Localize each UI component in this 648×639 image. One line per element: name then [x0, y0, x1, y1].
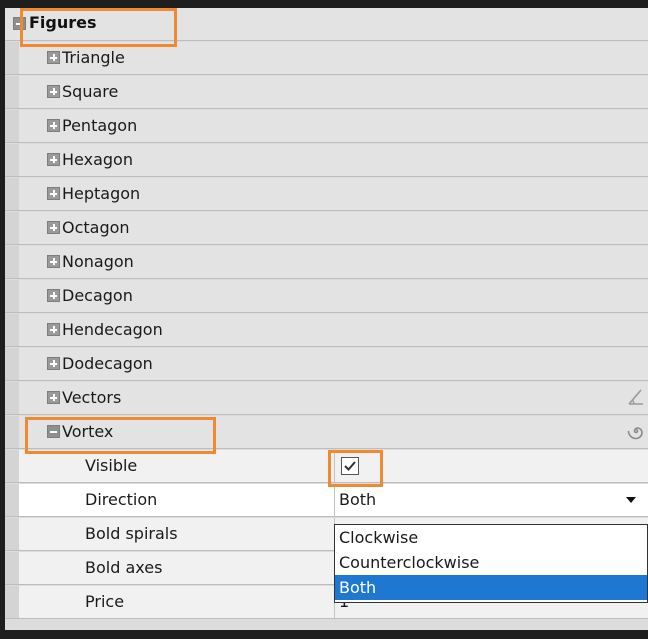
property-name: Bold spirals	[85, 524, 178, 543]
tree-item-label: Vectors	[62, 388, 122, 407]
tree-item-label: Hexagon	[62, 150, 133, 169]
tree-item-heptagon[interactable]: Heptagon	[5, 178, 648, 211]
tree-item-square[interactable]: Square	[5, 76, 648, 109]
expand-icon[interactable]	[47, 391, 60, 404]
tree-item-label: Octagon	[62, 218, 130, 237]
collapse-icon[interactable]	[47, 425, 60, 438]
direction-dropdown-list[interactable]: Clockwise Counterclockwise Both	[334, 524, 648, 603]
expand-icon[interactable]	[47, 221, 60, 234]
tree-item-nonagon[interactable]: Nonagon	[5, 246, 648, 279]
category-figures[interactable]: Figures	[5, 8, 648, 41]
tree-item-label: Decagon	[62, 286, 133, 305]
property-row-visible: Visible	[5, 450, 648, 483]
vectors-icon	[624, 387, 646, 409]
tree-item-triangle[interactable]: Triangle	[5, 42, 648, 75]
visible-checkbox[interactable]	[341, 457, 359, 475]
tree-item-dodecagon[interactable]: Dodecagon	[5, 348, 648, 381]
option-both[interactable]: Both	[335, 575, 647, 600]
property-name: Visible	[85, 456, 138, 475]
tree-item-label: Hendecagon	[62, 320, 163, 339]
expand-icon[interactable]	[47, 255, 60, 268]
expand-icon[interactable]	[47, 187, 60, 200]
collapse-icon[interactable]	[13, 17, 26, 30]
category-label: Figures	[29, 13, 97, 32]
property-name: Bold axes	[85, 558, 163, 577]
property-name: Direction	[85, 490, 158, 509]
tree-item-label: Square	[62, 82, 119, 101]
property-row-direction: Direction Both	[5, 484, 648, 517]
tree-item-vortex[interactable]: Vortex	[5, 416, 648, 449]
tree-item-decagon[interactable]: Decagon	[5, 280, 648, 313]
tree-item-pentagon[interactable]: Pentagon	[5, 110, 648, 143]
tree-item-vectors[interactable]: Vectors	[5, 382, 648, 415]
expand-icon[interactable]	[47, 289, 60, 302]
tree-item-label: Triangle	[62, 48, 125, 67]
tree-item-label: Vortex	[62, 422, 114, 441]
tree-item-label: Heptagon	[62, 184, 141, 203]
tree-item-label: Pentagon	[62, 116, 138, 135]
tree-item-hendecagon[interactable]: Hendecagon	[5, 314, 648, 347]
tree-item-label: Dodecagon	[62, 354, 153, 373]
option-clockwise[interactable]: Clockwise	[335, 525, 647, 550]
check-icon	[344, 461, 356, 471]
option-counterclockwise[interactable]: Counterclockwise	[335, 550, 647, 575]
expand-icon[interactable]	[47, 323, 60, 336]
tree-item-octagon[interactable]: Octagon	[5, 212, 648, 245]
direction-select-value[interactable]: Both	[339, 490, 376, 509]
spiral-icon	[624, 421, 646, 443]
property-grid: Figures Triangle Square Pentagon Hexagon…	[0, 0, 648, 639]
tree-item-hexagon[interactable]: Hexagon	[5, 144, 648, 177]
expand-icon[interactable]	[47, 357, 60, 370]
expand-icon[interactable]	[47, 85, 60, 98]
dropdown-arrow-icon[interactable]	[626, 497, 636, 503]
property-name: Price	[85, 592, 125, 611]
expand-icon[interactable]	[47, 51, 60, 64]
expand-icon[interactable]	[47, 119, 60, 132]
expand-icon[interactable]	[47, 153, 60, 166]
tree-item-label: Nonagon	[62, 252, 134, 271]
